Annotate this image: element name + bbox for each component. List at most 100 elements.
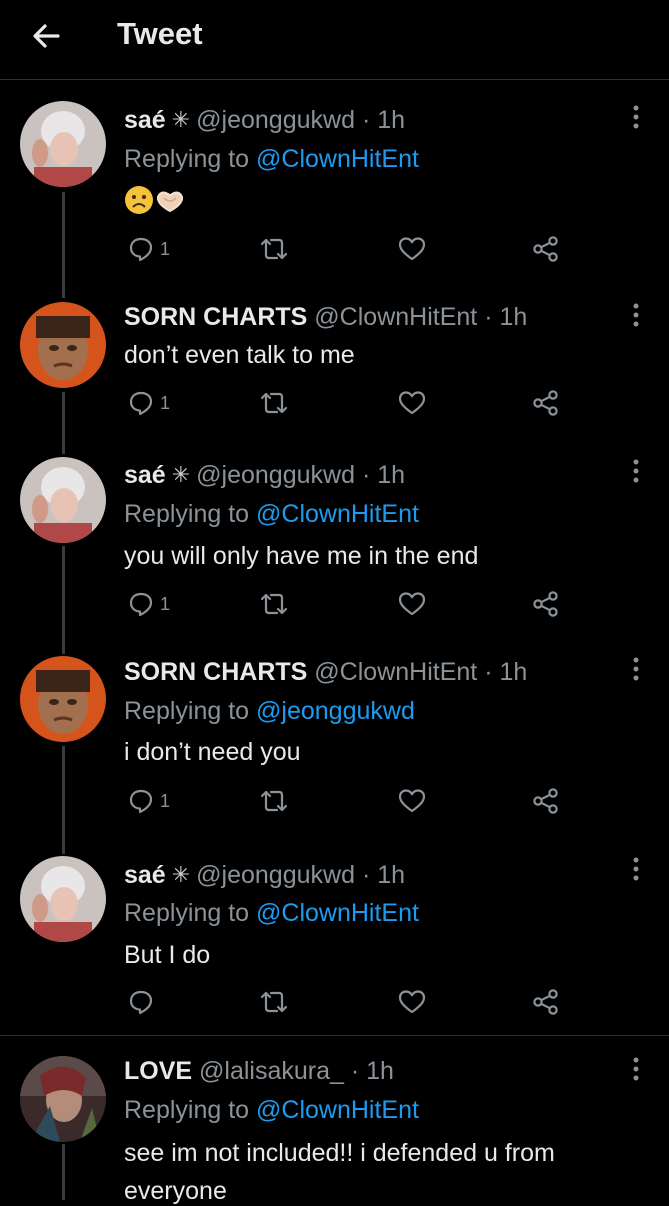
avatar[interactable] xyxy=(20,302,106,388)
spider-icon: ✳ xyxy=(171,462,191,487)
thread-line xyxy=(62,1144,65,1200)
tweet-actions: 1 xyxy=(124,234,564,264)
like-button[interactable] xyxy=(398,786,426,816)
back-arrow-icon[interactable] xyxy=(30,20,62,52)
spider-icon: ✳ xyxy=(171,862,191,887)
reply-count: 1 xyxy=(160,593,171,614)
reply-button[interactable]: 1 xyxy=(128,388,170,418)
tweet-text: don’t even talk to me xyxy=(124,341,355,369)
share-button[interactable] xyxy=(532,786,560,816)
avatar[interactable] xyxy=(20,856,106,942)
retweet-button[interactable] xyxy=(258,388,290,418)
tweet-text-continued: everyone xyxy=(124,1177,227,1205)
more-options-icon[interactable] xyxy=(626,302,646,328)
reply-button[interactable] xyxy=(128,987,154,1017)
heart-icon xyxy=(398,789,426,813)
replying-to-label: Replying to xyxy=(124,500,250,528)
separator-dot: · xyxy=(484,658,493,686)
tweet-header: saé ✳ @jeonggukwd · 1h xyxy=(124,861,405,890)
user-handle[interactable]: @jeonggukwd xyxy=(196,461,355,489)
retweet-icon xyxy=(260,593,288,615)
share-button[interactable] xyxy=(532,589,560,619)
avatar[interactable] xyxy=(20,1056,106,1142)
heart-icon xyxy=(398,391,426,415)
sad-face-emoji xyxy=(125,186,153,214)
retweet-icon xyxy=(260,392,288,414)
reply-icon xyxy=(129,990,153,1015)
replying-to-label: Replying to xyxy=(124,697,250,725)
tweet-header: SORN CHARTS @ClownHitEnt · 1h xyxy=(124,303,527,332)
more-options-icon[interactable] xyxy=(626,656,646,682)
mention-link[interactable]: @ClownHitEnt xyxy=(256,899,419,927)
timestamp[interactable]: 1h xyxy=(499,658,527,686)
reply-button[interactable]: 1 xyxy=(128,786,170,816)
separator-dot: · xyxy=(361,106,371,134)
reply-icon xyxy=(129,237,153,262)
tweet-header: saé ✳ @jeonggukwd · 1h xyxy=(124,461,405,490)
display-name[interactable]: SORN CHARTS xyxy=(124,303,307,331)
avatar[interactable] xyxy=(20,101,106,187)
timestamp[interactable]: 1h xyxy=(377,461,405,489)
display-name[interactable]: saé xyxy=(124,461,166,489)
retweet-button[interactable] xyxy=(258,987,290,1017)
reply-button[interactable]: 1 xyxy=(128,234,170,264)
retweet-icon xyxy=(260,790,288,812)
user-handle[interactable]: @ClownHitEnt xyxy=(314,303,477,331)
more-options-icon[interactable] xyxy=(626,104,646,130)
share-button[interactable] xyxy=(532,987,560,1017)
retweet-button[interactable] xyxy=(258,234,290,264)
thread-line xyxy=(62,392,65,454)
share-button[interactable] xyxy=(532,388,560,418)
user-handle[interactable]: @lalisakura_ xyxy=(199,1057,344,1085)
replying-to-label: Replying to xyxy=(124,899,250,927)
display-name[interactable]: saé xyxy=(124,106,166,134)
tweet-text: you will only have me in the end xyxy=(124,542,479,570)
like-button[interactable] xyxy=(398,987,426,1017)
timestamp[interactable]: 1h xyxy=(499,303,527,331)
display-name[interactable]: saé xyxy=(124,861,166,889)
user-handle[interactable]: @jeonggukwd xyxy=(196,106,355,134)
share-icon xyxy=(533,390,558,416)
timestamp[interactable]: 1h xyxy=(377,106,405,134)
more-options-icon[interactable] xyxy=(626,856,646,882)
heart-icon xyxy=(398,592,426,616)
share-icon xyxy=(533,989,558,1015)
retweet-icon xyxy=(260,238,288,260)
mention-link[interactable]: @jeonggukwd xyxy=(256,697,415,725)
timestamp[interactable]: 1h xyxy=(366,1057,394,1085)
tweet-header: LOVE @lalisakura_ · 1h xyxy=(124,1057,394,1086)
tweet-actions: 1 xyxy=(124,388,564,418)
retweet-button[interactable] xyxy=(258,589,290,619)
like-button[interactable] xyxy=(398,589,426,619)
like-button[interactable] xyxy=(398,234,426,264)
reply-icon xyxy=(129,789,153,814)
reply-icon xyxy=(129,391,153,416)
tweet-text: i don’t need you xyxy=(124,738,301,766)
reply-button[interactable]: 1 xyxy=(128,589,170,619)
user-handle[interactable]: @ClownHitEnt xyxy=(314,658,477,686)
avatar[interactable] xyxy=(20,457,106,543)
replying-to-label: Replying to xyxy=(124,1096,250,1124)
like-button[interactable] xyxy=(398,388,426,418)
heart-hands-emoji xyxy=(156,191,184,213)
separator-dot: · xyxy=(484,303,493,331)
user-handle[interactable]: @jeonggukwd xyxy=(196,861,355,889)
tweet-header: SORN CHARTS @ClownHitEnt · 1h xyxy=(124,658,527,687)
share-button[interactable] xyxy=(532,234,560,264)
tweet-body xyxy=(124,184,190,225)
tweet-actions xyxy=(124,987,564,1017)
divider xyxy=(0,1035,669,1036)
display-name[interactable]: LOVE xyxy=(124,1057,192,1085)
heart-icon xyxy=(398,990,426,1014)
timestamp[interactable]: 1h xyxy=(377,861,405,889)
mention-link[interactable]: @ClownHitEnt xyxy=(256,500,419,528)
thread-line xyxy=(62,746,65,854)
mention-link[interactable]: @ClownHitEnt xyxy=(256,145,419,173)
retweet-button[interactable] xyxy=(258,786,290,816)
more-options-icon[interactable] xyxy=(626,458,646,484)
mention-link[interactable]: @ClownHitEnt xyxy=(256,1096,419,1124)
display-name[interactable]: SORN CHARTS xyxy=(124,658,307,686)
avatar[interactable] xyxy=(20,656,106,742)
more-options-icon[interactable] xyxy=(626,1056,646,1082)
spider-icon: ✳ xyxy=(171,107,191,132)
